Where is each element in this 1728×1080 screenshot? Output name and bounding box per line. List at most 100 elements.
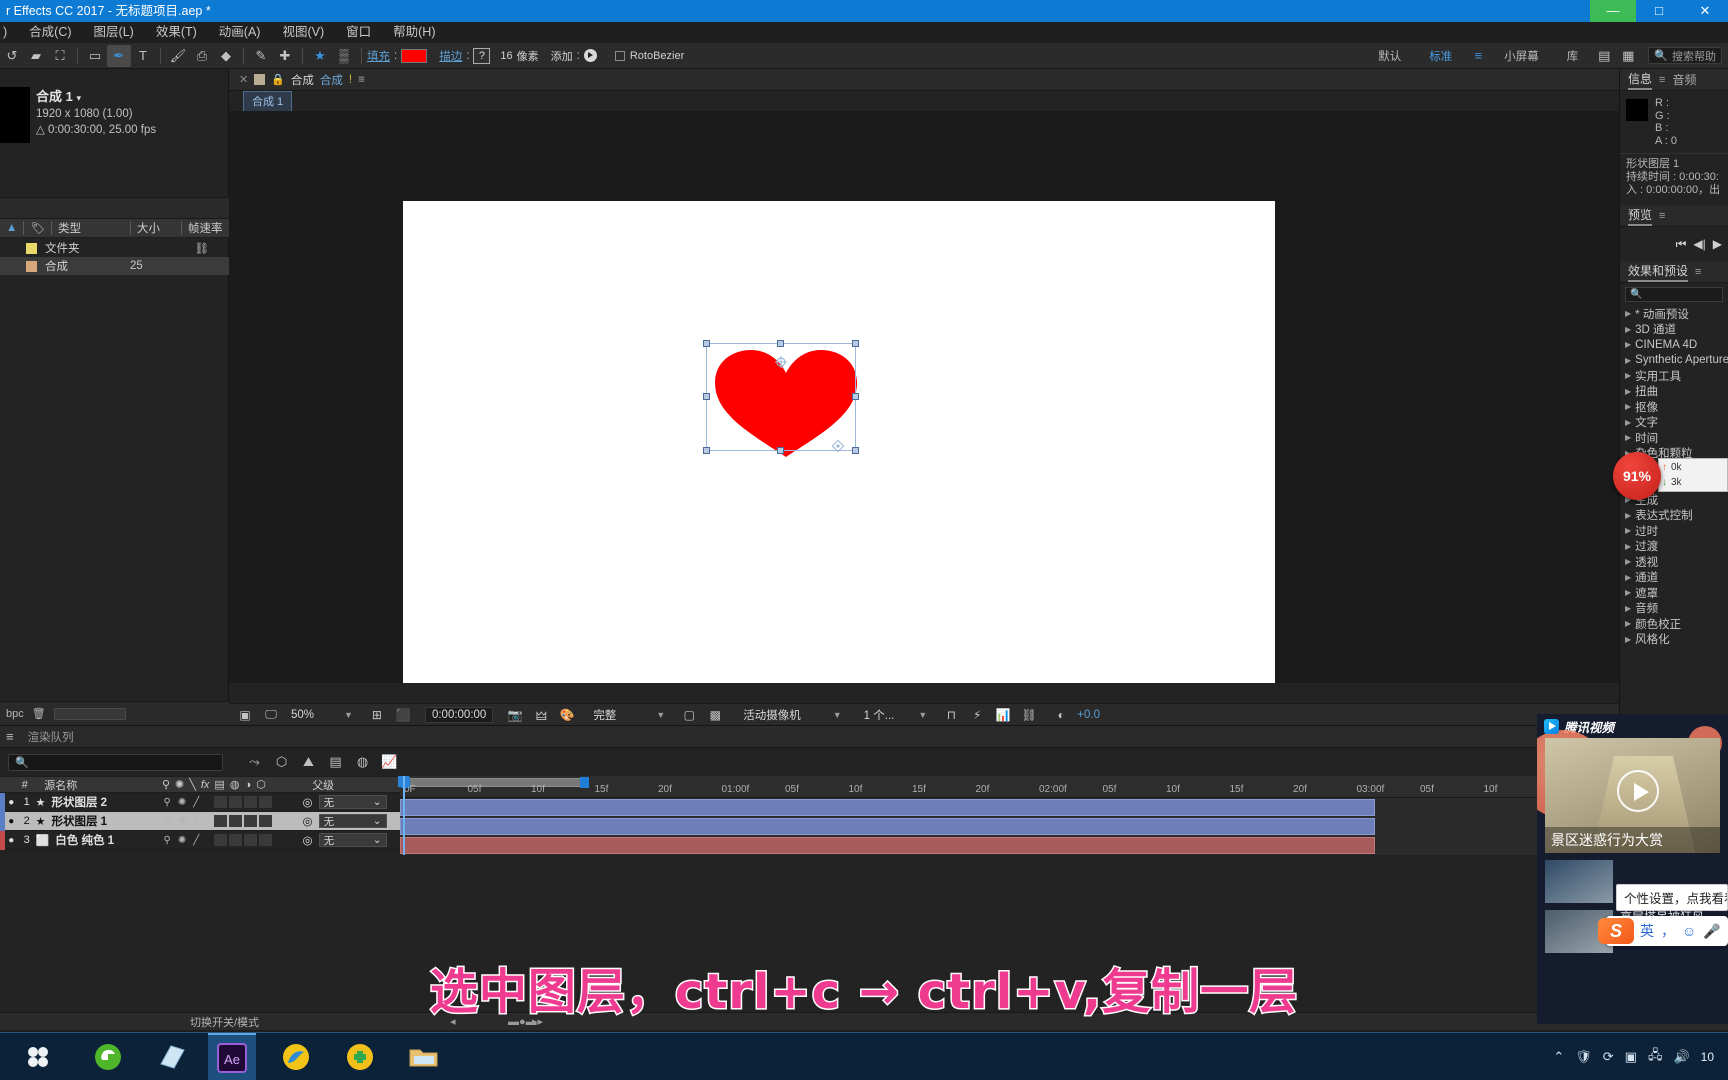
project-comp-name[interactable]: 合成 1 ▾ <box>36 89 156 106</box>
menu-item-animation[interactable]: 动画(A) <box>208 22 272 43</box>
workspace-default[interactable]: 默认 <box>1364 48 1415 64</box>
timeline-icon[interactable]: 📊 <box>993 706 1013 724</box>
folder-icon[interactable] <box>400 1033 448 1080</box>
chevron-right-icon[interactable]: ▶ <box>1625 433 1631 442</box>
layer-parent-cell[interactable]: ◎ 无 ⌄ <box>297 795 400 809</box>
parent-pickwhip-icon[interactable]: ◎ <box>303 833 313 847</box>
always-preview-icon[interactable]: ▣ <box>235 706 255 724</box>
help-search-box[interactable]: 🔍 搜索帮助 <box>1648 47 1722 64</box>
ime-tooltip[interactable]: 个性设置，点我看看 <box>1616 884 1728 911</box>
effects-category-item[interactable]: ▶ 音频 <box>1620 601 1728 617</box>
grid-guides-icon[interactable]: ⊞ <box>367 706 387 724</box>
effects-category-item[interactable]: ▶ 风格化 <box>1620 632 1728 648</box>
region-of-interest-icon[interactable]: ⛶ <box>48 45 72 67</box>
camera-dropdown-caret[interactable]: ▼ <box>833 710 842 720</box>
show-snapshot-icon[interactable]: 🜲 <box>531 706 551 724</box>
timeline-track-area[interactable]: 0F 05f 10f 15f 20f 01:00f 05f 10f 15f 20f 02:00f 05… <box>398 776 1728 855</box>
text-tool-icon[interactable]: T <box>131 45 155 67</box>
effects-category-item[interactable]: ▶ * 动画预设 <box>1620 306 1728 322</box>
frame-blending-icon[interactable]: ▤ <box>322 751 349 773</box>
views-dropdown-caret[interactable]: ▼ <box>918 710 927 720</box>
menu-item-0[interactable]: ) <box>0 22 18 43</box>
parent-dropdown[interactable]: 无 ⌄ <box>318 814 387 828</box>
fill-color-swatch[interactable] <box>401 48 428 63</box>
layer-parent-cell[interactable]: ◎ 无 ⌄ <box>297 814 400 828</box>
column-type[interactable]: 类型 <box>52 220 130 236</box>
camera-icon[interactable]: ▰ <box>24 45 48 67</box>
breadcrumb-item[interactable]: 合成 1 <box>243 90 293 112</box>
chevron-right-icon[interactable]: ▶ <box>1625 604 1631 613</box>
fast-preview-icon[interactable]: ⚡ <box>967 706 987 724</box>
chevron-right-icon[interactable]: ▶ <box>1625 387 1631 396</box>
menu-item-view[interactable]: 视图(V) <box>271 22 335 43</box>
composition-canvas[interactable] <box>403 201 1275 683</box>
chevron-right-icon[interactable]: ▶ <box>1625 557 1631 566</box>
chevron-right-icon[interactable]: ▶ <box>1625 511 1631 520</box>
chevron-right-icon[interactable]: ▶ <box>1625 542 1631 551</box>
close-tab-icon[interactable]: ✕ <box>239 73 248 86</box>
effects-category-item[interactable]: ▶ 通道 <box>1620 570 1728 586</box>
comp-flowchart-icon[interactable]: ⛓ <box>1019 706 1039 724</box>
layer-name-cell[interactable]: ★ 形状图层 2 <box>36 794 156 810</box>
play-icon[interactable] <box>1617 770 1659 812</box>
ime-emoji-icon[interactable]: ☺ <box>1682 923 1696 939</box>
preview-panel-menu-icon[interactable]: ≡ <box>1659 210 1665 222</box>
track-bar-layer-1[interactable] <box>400 799 1375 816</box>
shape-tool-icon[interactable]: ▭ <box>83 45 107 67</box>
layer-switch-boxes[interactable] <box>214 815 273 827</box>
chevron-right-icon[interactable]: ▶ <box>1625 635 1631 644</box>
parent-dropdown[interactable]: 无 ⌄ <box>318 795 387 809</box>
exposure-icon[interactable]: ◐ <box>1051 706 1071 724</box>
layer-switches[interactable]: ⚲ ✺ ╱ <box>156 796 297 808</box>
column-framerate[interactable]: 帧速率 <box>182 220 229 236</box>
effects-category-item[interactable]: ▶ Synthetic Aperture <box>1620 353 1728 369</box>
selection-handle-bc[interactable] <box>777 447 784 454</box>
menu-item-window[interactable]: 窗口 <box>335 22 382 43</box>
timeline-search-input[interactable]: 🔍 <box>8 753 223 771</box>
project-row-folder[interactable]: 文件夹 ⛓ <box>0 239 229 257</box>
puppet-pin-icon[interactable]: ✚ <box>273 45 297 67</box>
delete-icon[interactable]: 🗑 <box>32 707 46 720</box>
draft-3d-icon[interactable]: ⬡ <box>268 751 295 773</box>
chevron-right-icon[interactable]: ▶ <box>1625 309 1631 318</box>
chevron-right-icon[interactable]: ▶ <box>1625 371 1631 380</box>
column-parent[interactable]: 父级 <box>304 777 400 793</box>
current-time-indicator[interactable] <box>403 776 405 855</box>
collapse-icon[interactable]: ✺ <box>178 816 186 827</box>
minimize-button[interactable]: — <box>1590 0 1636 22</box>
maximize-button[interactable]: □ <box>1636 0 1682 22</box>
step-back-icon[interactable]: ◀| <box>1693 237 1705 251</box>
layer-name-cell[interactable]: ★ 形状图层 1 <box>36 813 156 829</box>
column-number[interactable]: # <box>13 779 36 791</box>
monitor-icon[interactable]: 🖵 <box>261 706 281 724</box>
collapse-icon[interactable]: ✺ <box>178 835 186 846</box>
tencent-video-ad-panel[interactable]: 腾讯视频 景区迷惑行为大赏 高层塔吊被狂风 击恐怖瞬间 <box>1537 714 1728 1024</box>
roto-brush-icon[interactable]: ✎ <box>249 45 273 67</box>
channel-rgb-icon[interactable]: 🎨 <box>557 706 577 724</box>
stroke-width-value[interactable]: 16 <box>500 50 512 62</box>
region-of-interest-toggle[interactable]: ⬛ <box>393 706 413 724</box>
chevron-right-icon[interactable]: ▶ <box>1625 573 1631 582</box>
info-panel-menu-icon[interactable]: ≡ <box>1659 74 1665 86</box>
selection-handle-tr[interactable] <box>852 340 859 347</box>
motion-blur-icon[interactable]: ◍ <box>349 751 376 773</box>
transform-gizmo-icon[interactable] <box>831 439 845 453</box>
layer-visibility-icon[interactable]: ● <box>5 835 18 846</box>
shy-icon[interactable]: ⚲ <box>164 816 171 827</box>
effects-category-item[interactable]: ▶ 3D 通道 <box>1620 322 1728 338</box>
shy-icon[interactable]: ⚲ <box>164 797 171 808</box>
ime-mic-icon[interactable]: 🎤 <box>1703 923 1720 940</box>
ime-language-label[interactable]: 英 <box>1640 921 1654 941</box>
pixel-aspect-icon[interactable]: ⊓ <box>941 706 961 724</box>
parent-dropdown[interactable]: 无 ⌄ <box>318 833 387 847</box>
transparency-grid-toggle[interactable]: ▩ <box>705 706 725 724</box>
layer-switches[interactable]: ⚲ ✺ ╱ <box>156 834 297 846</box>
effects-category-item[interactable]: ▶ 文字 <box>1620 415 1728 431</box>
browser-icon[interactable] <box>272 1033 320 1080</box>
lock-icon[interactable]: 🔒 <box>271 73 285 86</box>
effects-category-item[interactable]: ▶ 抠像 <box>1620 399 1728 415</box>
layer-parent-cell[interactable]: ◎ 无 ⌄ <box>297 833 400 847</box>
stroke-label[interactable]: 描边 <box>439 48 462 64</box>
tab-info[interactable]: 信息 <box>1628 70 1653 90</box>
chevron-right-icon[interactable]: ▶ <box>1625 588 1631 597</box>
